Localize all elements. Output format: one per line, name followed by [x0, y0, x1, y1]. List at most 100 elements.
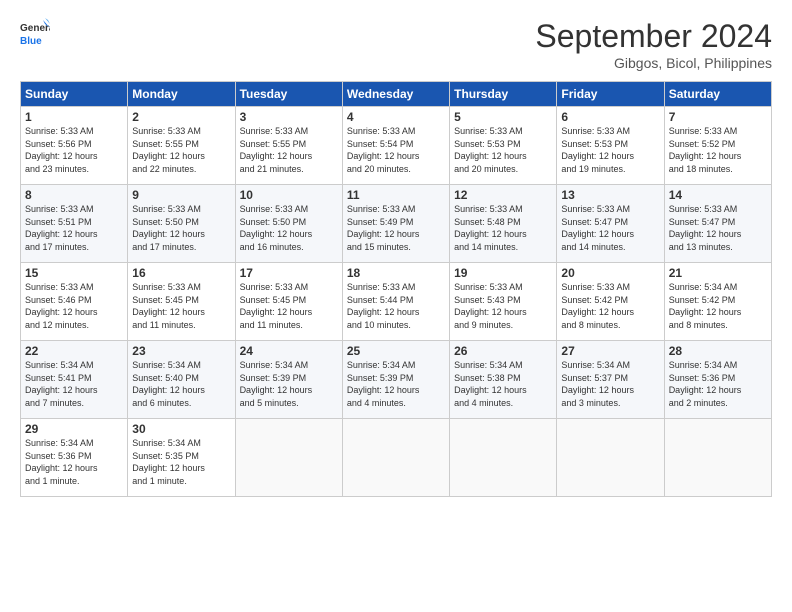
month-title: September 2024: [535, 18, 772, 55]
week-row-5: 29 Sunrise: 5:34 AMSunset: 5:36 PMDaylig…: [21, 419, 772, 497]
table-cell: 26 Sunrise: 5:34 AMSunset: 5:38 PMDaylig…: [450, 341, 557, 419]
page: General Blue September 2024 Gibgos, Bico…: [0, 0, 792, 612]
day-number: 29: [25, 422, 123, 436]
day-number: 5: [454, 110, 552, 124]
table-cell: 25 Sunrise: 5:34 AMSunset: 5:39 PMDaylig…: [342, 341, 449, 419]
table-cell: 29 Sunrise: 5:34 AMSunset: 5:36 PMDaylig…: [21, 419, 128, 497]
day-number: 14: [669, 188, 767, 202]
location: Gibgos, Bicol, Philippines: [535, 55, 772, 71]
table-cell: 19 Sunrise: 5:33 AMSunset: 5:43 PMDaylig…: [450, 263, 557, 341]
day-number: 26: [454, 344, 552, 358]
day-info: Sunrise: 5:33 AMSunset: 5:53 PMDaylight:…: [454, 126, 527, 174]
weekday-monday: Monday: [128, 82, 235, 107]
day-number: 15: [25, 266, 123, 280]
weekday-thursday: Thursday: [450, 82, 557, 107]
table-cell: [664, 419, 771, 497]
day-number: 3: [240, 110, 338, 124]
table-cell: 12 Sunrise: 5:33 AMSunset: 5:48 PMDaylig…: [450, 185, 557, 263]
weekday-tuesday: Tuesday: [235, 82, 342, 107]
day-number: 23: [132, 344, 230, 358]
day-number: 30: [132, 422, 230, 436]
logo: General Blue: [20, 18, 50, 54]
table-cell: 22 Sunrise: 5:34 AMSunset: 5:41 PMDaylig…: [21, 341, 128, 419]
day-number: 21: [669, 266, 767, 280]
week-row-4: 22 Sunrise: 5:34 AMSunset: 5:41 PMDaylig…: [21, 341, 772, 419]
day-number: 4: [347, 110, 445, 124]
day-number: 11: [347, 188, 445, 202]
day-number: 19: [454, 266, 552, 280]
day-number: 17: [240, 266, 338, 280]
week-row-1: 1 Sunrise: 5:33 AMSunset: 5:56 PMDayligh…: [21, 107, 772, 185]
day-number: 16: [132, 266, 230, 280]
table-cell: 21 Sunrise: 5:34 AMSunset: 5:42 PMDaylig…: [664, 263, 771, 341]
day-info: Sunrise: 5:34 AMSunset: 5:41 PMDaylight:…: [25, 360, 98, 408]
day-info: Sunrise: 5:33 AMSunset: 5:47 PMDaylight:…: [669, 204, 742, 252]
header: General Blue September 2024 Gibgos, Bico…: [20, 18, 772, 71]
table-cell: [342, 419, 449, 497]
table-cell: 11 Sunrise: 5:33 AMSunset: 5:49 PMDaylig…: [342, 185, 449, 263]
title-block: September 2024 Gibgos, Bicol, Philippine…: [535, 18, 772, 71]
table-cell: [235, 419, 342, 497]
day-info: Sunrise: 5:33 AMSunset: 5:42 PMDaylight:…: [561, 282, 634, 330]
table-cell: 5 Sunrise: 5:33 AMSunset: 5:53 PMDayligh…: [450, 107, 557, 185]
day-info: Sunrise: 5:34 AMSunset: 5:36 PMDaylight:…: [25, 438, 98, 486]
day-number: 20: [561, 266, 659, 280]
day-info: Sunrise: 5:33 AMSunset: 5:46 PMDaylight:…: [25, 282, 98, 330]
svg-text:Blue: Blue: [20, 36, 42, 47]
day-info: Sunrise: 5:33 AMSunset: 5:55 PMDaylight:…: [132, 126, 205, 174]
table-cell: 17 Sunrise: 5:33 AMSunset: 5:45 PMDaylig…: [235, 263, 342, 341]
logo-icon: General Blue: [20, 18, 50, 54]
table-cell: 30 Sunrise: 5:34 AMSunset: 5:35 PMDaylig…: [128, 419, 235, 497]
table-cell: 13 Sunrise: 5:33 AMSunset: 5:47 PMDaylig…: [557, 185, 664, 263]
table-cell: 10 Sunrise: 5:33 AMSunset: 5:50 PMDaylig…: [235, 185, 342, 263]
weekday-sunday: Sunday: [21, 82, 128, 107]
table-cell: 16 Sunrise: 5:33 AMSunset: 5:45 PMDaylig…: [128, 263, 235, 341]
day-number: 28: [669, 344, 767, 358]
day-info: Sunrise: 5:34 AMSunset: 5:39 PMDaylight:…: [240, 360, 313, 408]
table-cell: 18 Sunrise: 5:33 AMSunset: 5:44 PMDaylig…: [342, 263, 449, 341]
table-cell: 24 Sunrise: 5:34 AMSunset: 5:39 PMDaylig…: [235, 341, 342, 419]
day-info: Sunrise: 5:33 AMSunset: 5:47 PMDaylight:…: [561, 204, 634, 252]
table-cell: 27 Sunrise: 5:34 AMSunset: 5:37 PMDaylig…: [557, 341, 664, 419]
day-number: 13: [561, 188, 659, 202]
day-info: Sunrise: 5:33 AMSunset: 5:48 PMDaylight:…: [454, 204, 527, 252]
weekday-friday: Friday: [557, 82, 664, 107]
day-info: Sunrise: 5:33 AMSunset: 5:49 PMDaylight:…: [347, 204, 420, 252]
calendar-table: SundayMondayTuesdayWednesdayThursdayFrid…: [20, 81, 772, 497]
day-info: Sunrise: 5:33 AMSunset: 5:51 PMDaylight:…: [25, 204, 98, 252]
svg-text:General: General: [20, 23, 50, 34]
table-cell: 28 Sunrise: 5:34 AMSunset: 5:36 PMDaylig…: [664, 341, 771, 419]
day-info: Sunrise: 5:34 AMSunset: 5:40 PMDaylight:…: [132, 360, 205, 408]
day-info: Sunrise: 5:34 AMSunset: 5:38 PMDaylight:…: [454, 360, 527, 408]
day-info: Sunrise: 5:33 AMSunset: 5:44 PMDaylight:…: [347, 282, 420, 330]
day-info: Sunrise: 5:33 AMSunset: 5:55 PMDaylight:…: [240, 126, 313, 174]
day-number: 8: [25, 188, 123, 202]
day-number: 24: [240, 344, 338, 358]
day-info: Sunrise: 5:33 AMSunset: 5:50 PMDaylight:…: [132, 204, 205, 252]
day-info: Sunrise: 5:33 AMSunset: 5:45 PMDaylight:…: [132, 282, 205, 330]
table-cell: [557, 419, 664, 497]
day-number: 10: [240, 188, 338, 202]
day-number: 6: [561, 110, 659, 124]
day-info: Sunrise: 5:33 AMSunset: 5:53 PMDaylight:…: [561, 126, 634, 174]
day-info: Sunrise: 5:33 AMSunset: 5:50 PMDaylight:…: [240, 204, 313, 252]
table-cell: [450, 419, 557, 497]
day-number: 9: [132, 188, 230, 202]
day-number: 2: [132, 110, 230, 124]
day-info: Sunrise: 5:34 AMSunset: 5:35 PMDaylight:…: [132, 438, 205, 486]
day-info: Sunrise: 5:33 AMSunset: 5:56 PMDaylight:…: [25, 126, 98, 174]
table-cell: 1 Sunrise: 5:33 AMSunset: 5:56 PMDayligh…: [21, 107, 128, 185]
weekday-wednesday: Wednesday: [342, 82, 449, 107]
table-cell: 7 Sunrise: 5:33 AMSunset: 5:52 PMDayligh…: [664, 107, 771, 185]
day-info: Sunrise: 5:33 AMSunset: 5:43 PMDaylight:…: [454, 282, 527, 330]
table-cell: 2 Sunrise: 5:33 AMSunset: 5:55 PMDayligh…: [128, 107, 235, 185]
table-cell: 23 Sunrise: 5:34 AMSunset: 5:40 PMDaylig…: [128, 341, 235, 419]
table-cell: 14 Sunrise: 5:33 AMSunset: 5:47 PMDaylig…: [664, 185, 771, 263]
day-info: Sunrise: 5:34 AMSunset: 5:42 PMDaylight:…: [669, 282, 742, 330]
day-number: 25: [347, 344, 445, 358]
table-cell: 9 Sunrise: 5:33 AMSunset: 5:50 PMDayligh…: [128, 185, 235, 263]
day-info: Sunrise: 5:33 AMSunset: 5:52 PMDaylight:…: [669, 126, 742, 174]
table-cell: 4 Sunrise: 5:33 AMSunset: 5:54 PMDayligh…: [342, 107, 449, 185]
table-cell: 8 Sunrise: 5:33 AMSunset: 5:51 PMDayligh…: [21, 185, 128, 263]
day-number: 12: [454, 188, 552, 202]
